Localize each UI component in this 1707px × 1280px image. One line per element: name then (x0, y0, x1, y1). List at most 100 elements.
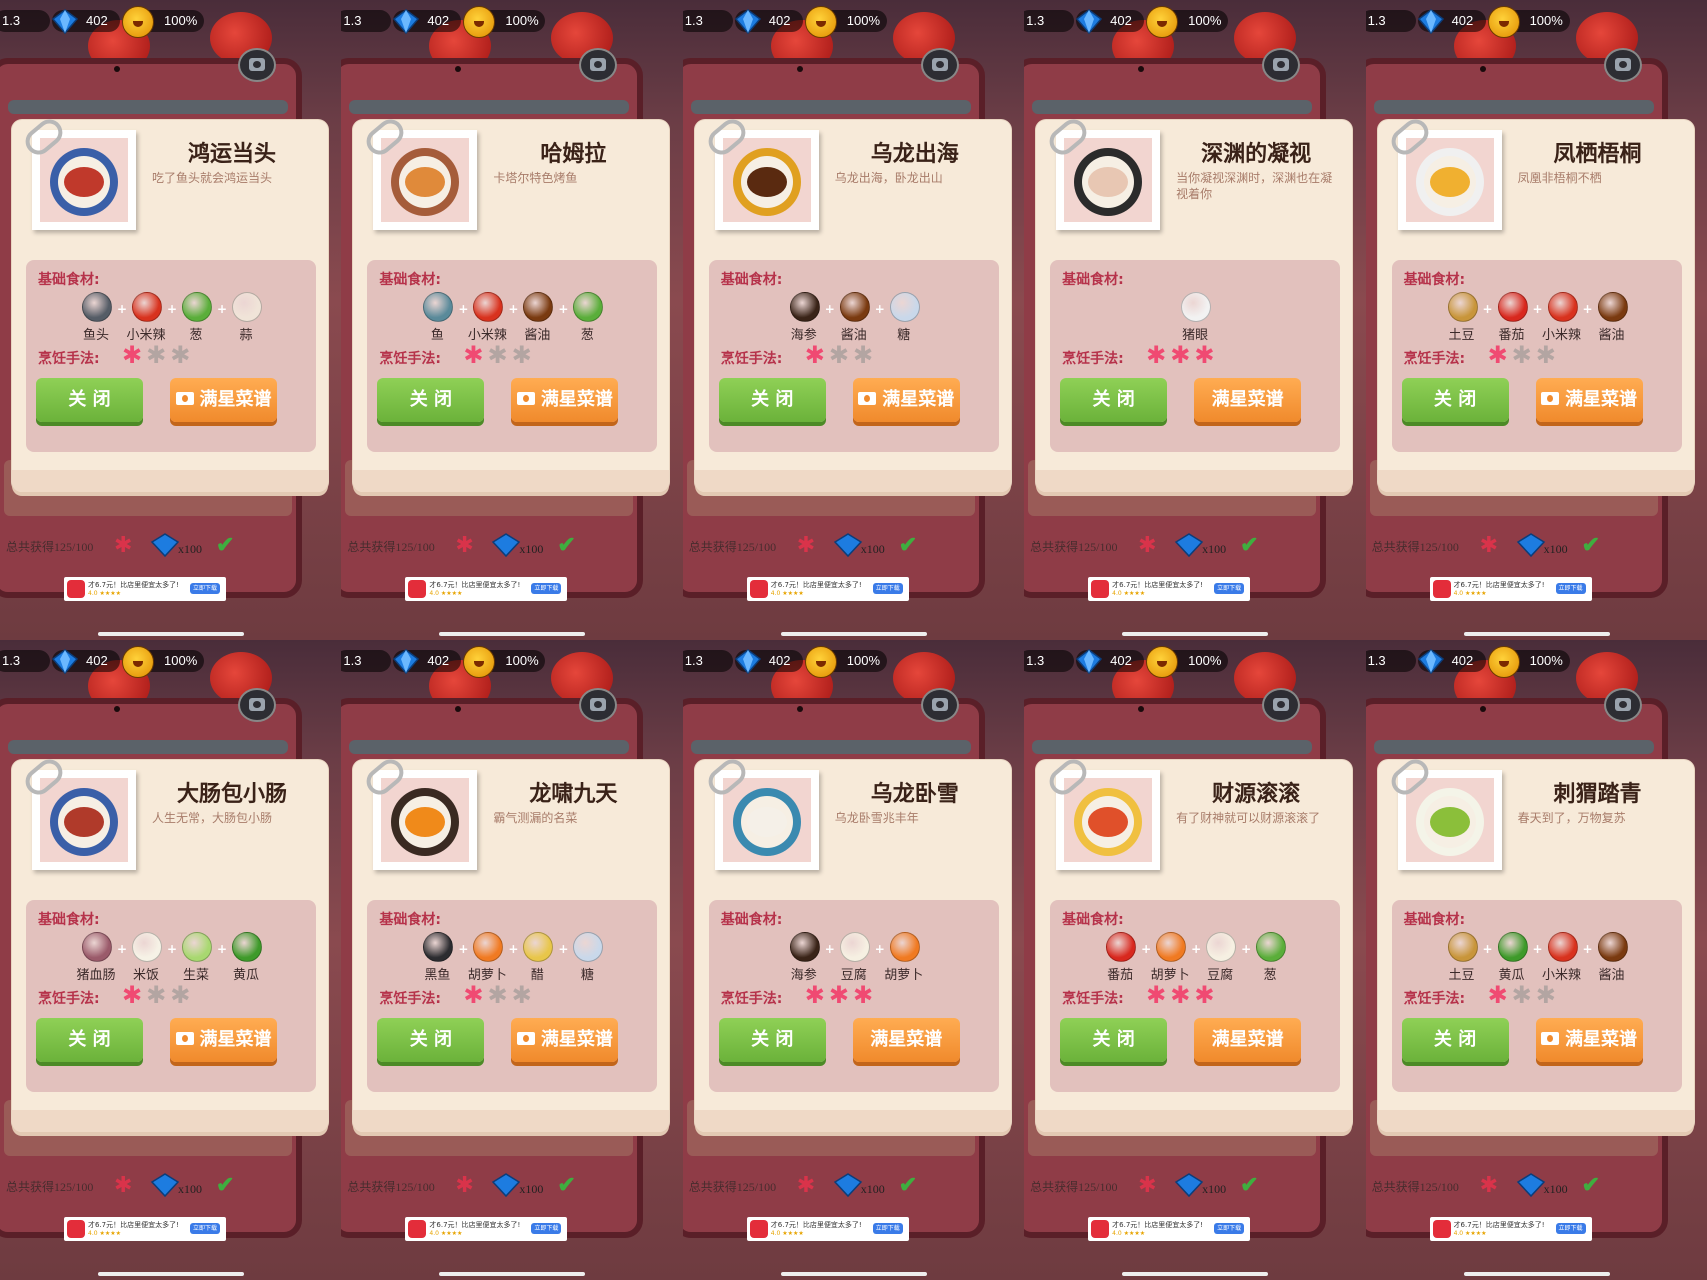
camera-button[interactable] (238, 688, 276, 722)
ad-download-button[interactable]: 立即下载 (1214, 583, 1245, 594)
cooking-method-stars: ✱ ✱ ✱ (122, 982, 194, 1008)
close-button[interactable]: 关 闭 (718, 378, 826, 422)
camera-button[interactable] (1262, 688, 1301, 722)
home-indicator[interactable] (439, 632, 586, 636)
mood-value: 100% (505, 13, 539, 28)
close-button[interactable]: 关 闭 (1060, 378, 1168, 422)
ad-download-button[interactable]: 立即下载 (1214, 1223, 1245, 1234)
home-indicator[interactable] (780, 632, 927, 636)
happy-face-icon (804, 6, 837, 38)
level-value: 1.3 (2, 13, 21, 28)
dish-photo-inner (722, 138, 811, 222)
close-button[interactable]: 关 闭 (377, 378, 485, 422)
total-earned-text: 总共获得125/100 (688, 1180, 777, 1194)
star-empty-icon: ✱ (1535, 341, 1556, 369)
dish-description: 有了财神就可以财源滚滚了 (1176, 811, 1321, 825)
gem-counter[interactable]: 402 (51, 9, 120, 35)
full-star-recipe-button[interactable]: 满星菜谱 (1535, 1018, 1643, 1062)
home-indicator[interactable] (1122, 1272, 1269, 1276)
dimmed-tab-bar (1373, 100, 1654, 114)
card-bottom-strip (12, 1110, 328, 1132)
close-button[interactable]: 关 闭 (36, 378, 143, 422)
ingredient-name: 葱 (1263, 968, 1277, 983)
ad-download-button[interactable]: 立即下载 (1555, 1223, 1586, 1234)
level-indicator: 1.3 (341, 650, 392, 672)
gem-counter[interactable]: 402 (1076, 9, 1145, 35)
reward-amount: x100 (860, 1182, 885, 1196)
full-star-recipe-button[interactable]: 满星菜谱 (511, 1018, 619, 1062)
gem-counter[interactable]: 402 (734, 9, 803, 35)
gem-counter[interactable]: 402 (1076, 649, 1145, 675)
recipe-card: 深渊的凝视 当你凝视深渊时，深渊也在凝视着你 基础食材: 猪眼 烹饪手法: ✱ ✱… (1036, 114, 1353, 492)
star-filled-icon: ✱ (804, 341, 825, 369)
fish-icon (423, 292, 454, 322)
game-screen: 1.3 402 100% 总共获得125/100 ✱ x100 ✔ 才6.7元！… (341, 0, 683, 640)
ad-download-button[interactable]: 立即下载 (531, 583, 562, 594)
camera-button[interactable] (920, 48, 959, 82)
camera-button[interactable] (920, 688, 959, 722)
close-button[interactable]: 关 闭 (1401, 378, 1509, 422)
full-star-recipe-button[interactable]: 满星菜谱 (852, 1018, 960, 1062)
full-star-recipe-button[interactable]: 满星菜谱 (170, 1018, 277, 1062)
ad-banner[interactable]: 才6.7元！比店里便宜太多了! 4.0 ★★★★ 立即下载 (64, 577, 226, 601)
close-button[interactable]: 关 闭 (718, 1018, 826, 1062)
full-star-recipe-button[interactable]: 满星菜谱 (1194, 378, 1302, 422)
ad-banner[interactable]: 才6.7元！比店里便宜太多了! 4.0 ★★★★ 立即下载 (64, 1217, 226, 1241)
ad-download-button[interactable]: 立即下载 (190, 583, 220, 594)
ad-banner[interactable]: 才6.7元！比店里便宜太多了! 4.0 ★★★★ 立即下载 (405, 1217, 568, 1241)
seacucumber-icon (789, 932, 820, 962)
monitor-dot (796, 706, 803, 712)
full-star-recipe-button[interactable]: 满星菜谱 (170, 378, 277, 422)
ad-banner[interactable]: 才6.7元！比店里便宜太多了! 4.0 ★★★★ 立即下载 (1088, 1217, 1251, 1241)
ad-download-button[interactable]: 立即下载 (872, 583, 903, 594)
gem-counter[interactable]: 402 (1417, 649, 1486, 675)
star-empty-icon: ✱ (487, 981, 508, 1009)
total-earned-text: 总共获得125/100 (1030, 1180, 1118, 1194)
home-indicator[interactable] (1122, 632, 1269, 636)
mood-meter: 100% (804, 6, 887, 38)
dish-icon (1074, 788, 1143, 856)
camera-button[interactable] (238, 48, 276, 82)
ad-download-button[interactable]: 立即下载 (531, 1223, 562, 1234)
gem-reward-icon (150, 533, 180, 558)
gem-counter[interactable]: 402 (393, 9, 462, 35)
ad-banner[interactable]: 才6.7元！比店里便宜太多了! 4.0 ★★★★ 立即下载 (405, 577, 568, 601)
close-button[interactable]: 关 闭 (36, 1018, 143, 1062)
close-button[interactable]: 关 闭 (1401, 1018, 1509, 1062)
gem-counter[interactable]: 402 (393, 649, 462, 675)
ad-banner[interactable]: 才6.7元！比店里便宜太多了! 4.0 ★★★★ 立即下载 (1429, 1217, 1592, 1241)
home-indicator[interactable] (1463, 1272, 1610, 1276)
gem-reward-icon (833, 1173, 862, 1198)
dish-photo-inner (1405, 138, 1494, 222)
ad-download-button[interactable]: 立即下载 (872, 1223, 903, 1234)
camera-button[interactable] (1603, 688, 1642, 722)
reward-amount: x100 (1202, 542, 1227, 556)
camera-icon (249, 698, 265, 711)
dimmed-tab-bar (349, 100, 630, 114)
close-button[interactable]: 关 闭 (1060, 1018, 1168, 1062)
home-indicator[interactable] (98, 1272, 244, 1276)
ad-banner[interactable]: 才6.7元！比店里便宜太多了! 4.0 ★★★★ 立即下载 (746, 1217, 909, 1241)
ad-banner[interactable]: 才6.7元！比店里便宜太多了! 4.0 ★★★★ 立即下载 (1088, 577, 1251, 601)
close-button[interactable]: 关 闭 (377, 1018, 485, 1062)
gem-counter[interactable]: 402 (734, 649, 803, 675)
ad-logo-icon (1432, 1220, 1451, 1238)
dimmed-tab-bar (1373, 740, 1654, 754)
ad-banner[interactable]: 才6.7元！比店里便宜太多了! 4.0 ★★★★ 立即下载 (1429, 577, 1592, 601)
home-indicator[interactable] (98, 632, 244, 636)
camera-button[interactable] (1262, 48, 1301, 82)
home-indicator[interactable] (1463, 632, 1610, 636)
gem-counter[interactable]: 402 (51, 649, 120, 675)
full-star-recipe-button[interactable]: 满星菜谱 (1535, 378, 1643, 422)
home-indicator[interactable] (439, 1272, 586, 1276)
ad-banner[interactable]: 才6.7元！比店里便宜太多了! 4.0 ★★★★ 立即下载 (746, 577, 909, 601)
gem-counter[interactable]: 402 (1417, 9, 1486, 35)
ad-download-button[interactable]: 立即下载 (190, 1223, 220, 1234)
full-star-recipe-button[interactable]: 满星菜谱 (511, 378, 619, 422)
camera-button[interactable] (1603, 48, 1642, 82)
full-star-recipe-button[interactable]: 满星菜谱 (852, 378, 960, 422)
home-indicator[interactable] (780, 1272, 927, 1276)
ad-download-button[interactable]: 立即下载 (1555, 583, 1586, 594)
full-star-recipe-button[interactable]: 满星菜谱 (1194, 1018, 1302, 1062)
ingredient-item: 糖 (562, 932, 612, 984)
